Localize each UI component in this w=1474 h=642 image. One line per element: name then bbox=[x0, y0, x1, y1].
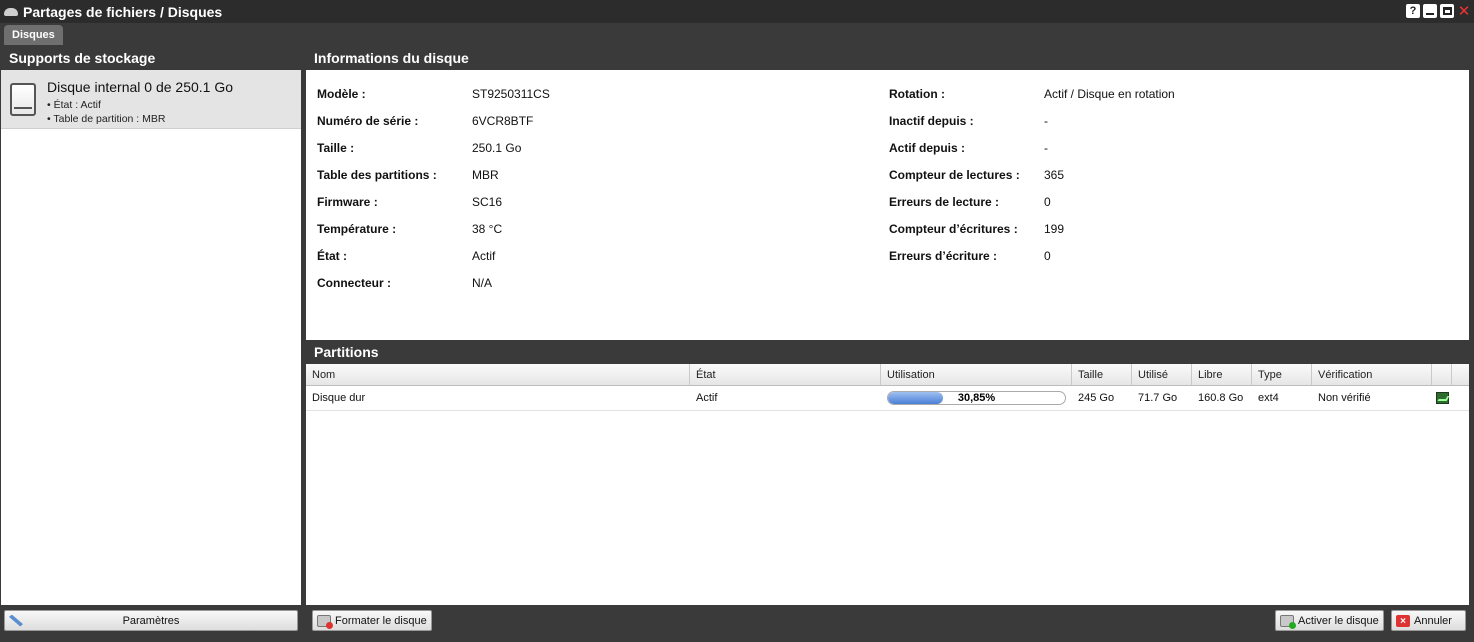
info-value-serial: 6VCR8BTF bbox=[472, 114, 534, 128]
settings-button-label: Paramètres bbox=[122, 614, 180, 627]
partition-type: ext4 bbox=[1258, 392, 1279, 404]
minimize-icon bbox=[1426, 13, 1434, 15]
row-divider bbox=[306, 410, 1469, 411]
tools-icon bbox=[9, 614, 23, 627]
disk-info-title: Informations du disque bbox=[306, 46, 1469, 70]
info-value-read-errors: 0 bbox=[1044, 195, 1051, 209]
info-value-firmware: SC16 bbox=[472, 195, 503, 209]
info-label-size: Taille : bbox=[317, 141, 355, 155]
format-disk-button[interactable]: Formater le disque bbox=[312, 610, 432, 631]
col-header-type[interactable]: Type bbox=[1252, 364, 1312, 386]
info-label-write-count: Compteur d’écritures : bbox=[889, 222, 1018, 236]
info-value-write-errors: 0 bbox=[1044, 249, 1051, 263]
info-value-model: ST9250311CS bbox=[472, 87, 550, 101]
partition-used: 71.7 Go bbox=[1138, 392, 1178, 404]
partition-name: Disque dur bbox=[312, 392, 366, 404]
info-label-firmware: Firmware : bbox=[317, 195, 378, 209]
col-header-name[interactable]: Nom bbox=[306, 364, 690, 386]
storage-list: Disque internal 0 de 250.1 Go • État : A… bbox=[1, 70, 301, 605]
cancel-label: Annuler bbox=[1414, 614, 1452, 627]
info-value-rotation: Actif / Disque en rotation bbox=[1044, 87, 1175, 101]
info-value-connector: N/A bbox=[472, 276, 493, 290]
help-button[interactable]: ? bbox=[1406, 4, 1420, 18]
tab-disques[interactable]: Disques bbox=[4, 25, 63, 45]
info-value-temperature: 38 °C bbox=[472, 222, 503, 236]
tab-bar: Disques bbox=[0, 23, 1474, 45]
col-header-usage[interactable]: Utilisation bbox=[881, 364, 1072, 386]
info-value-partition-table: MBR bbox=[472, 168, 499, 182]
partitions-title: Partitions bbox=[306, 340, 1469, 364]
col-header-verification[interactable]: Vérification bbox=[1312, 364, 1432, 386]
info-label-model: Modèle : bbox=[317, 87, 366, 101]
window-controls: ? ✕ bbox=[1406, 4, 1471, 19]
info-label-read-errors: Erreurs de lecture : bbox=[889, 195, 1000, 209]
info-value-size: 250.1 Go bbox=[472, 141, 522, 155]
info-label-state: État : bbox=[317, 249, 347, 263]
partition-verification: Non vérifié bbox=[1318, 392, 1371, 404]
format-disk-label: Formater le disque bbox=[335, 614, 427, 627]
info-value-idle-since: - bbox=[1044, 114, 1048, 128]
activate-disk-label: Activer le disque bbox=[1298, 614, 1379, 627]
disk-app-icon bbox=[4, 7, 18, 16]
disk-name: Disque internal 0 de 250.1 Go bbox=[47, 79, 234, 95]
info-label-connector: Connecteur : bbox=[317, 276, 392, 290]
info-label-partition-table: Table des partitions : bbox=[317, 168, 437, 182]
activate-disk-icon bbox=[1280, 614, 1296, 629]
partitions-table: Nom État Utilisation Taille Utilisé Libr… bbox=[306, 364, 1469, 605]
cancel-icon: × bbox=[1396, 614, 1410, 627]
partition-free: 160.8 Go bbox=[1198, 392, 1244, 404]
col-header-size[interactable]: Taille bbox=[1072, 364, 1132, 386]
info-label-temperature: Température : bbox=[317, 222, 397, 236]
disk-info-panel: Modèle : ST9250311CS Numéro de série : 6… bbox=[306, 70, 1469, 340]
maximize-icon bbox=[1442, 7, 1452, 15]
col-header-action bbox=[1432, 364, 1452, 386]
info-value-read-count: 365 bbox=[1044, 168, 1065, 182]
info-label-serial: Numéro de série : bbox=[317, 114, 419, 128]
col-header-used[interactable]: Utilisé bbox=[1132, 364, 1192, 386]
close-button[interactable]: ✕ bbox=[1457, 4, 1471, 19]
disk-partition-table: • Table de partition : MBR bbox=[47, 113, 166, 125]
info-label-read-count: Compteur de lectures : bbox=[889, 168, 1020, 182]
maximize-button[interactable] bbox=[1440, 4, 1454, 18]
info-label-write-errors: Erreurs d’écriture : bbox=[889, 249, 998, 263]
disk-list-item[interactable]: Disque internal 0 de 250.1 Go • État : A… bbox=[1, 70, 301, 129]
col-header-free[interactable]: Libre bbox=[1192, 364, 1252, 386]
col-header-state[interactable]: État bbox=[690, 364, 881, 386]
partition-state: Actif bbox=[696, 392, 718, 404]
info-label-active-since: Actif depuis : bbox=[889, 141, 966, 155]
partition-size: 245 Go bbox=[1078, 392, 1115, 404]
title-bar: Partages de fichiers / Disques ? ✕ bbox=[0, 0, 1474, 23]
activate-disk-button[interactable]: Activer le disque bbox=[1275, 610, 1384, 631]
info-value-active-since: - bbox=[1044, 141, 1048, 155]
format-disk-icon bbox=[317, 614, 333, 629]
info-value-write-count: 199 bbox=[1044, 222, 1065, 236]
hard-disk-icon bbox=[10, 83, 36, 116]
storage-panel-title: Supports de stockage bbox=[1, 46, 301, 70]
settings-button[interactable]: Paramètres bbox=[4, 610, 298, 631]
minimize-button[interactable] bbox=[1423, 4, 1437, 18]
info-label-idle-since: Inactif depuis : bbox=[889, 114, 974, 128]
cancel-button[interactable]: × Annuler bbox=[1391, 610, 1466, 631]
info-value-state: Actif bbox=[472, 249, 496, 263]
window-title: Partages de fichiers / Disques bbox=[23, 3, 223, 20]
disk-state: • État : Actif bbox=[47, 99, 101, 111]
info-label-rotation: Rotation : bbox=[889, 87, 945, 101]
usage-percent: 30,85% bbox=[957, 392, 996, 404]
check-disk-icon[interactable] bbox=[1436, 392, 1449, 404]
col-header-spacer bbox=[1452, 364, 1469, 386]
